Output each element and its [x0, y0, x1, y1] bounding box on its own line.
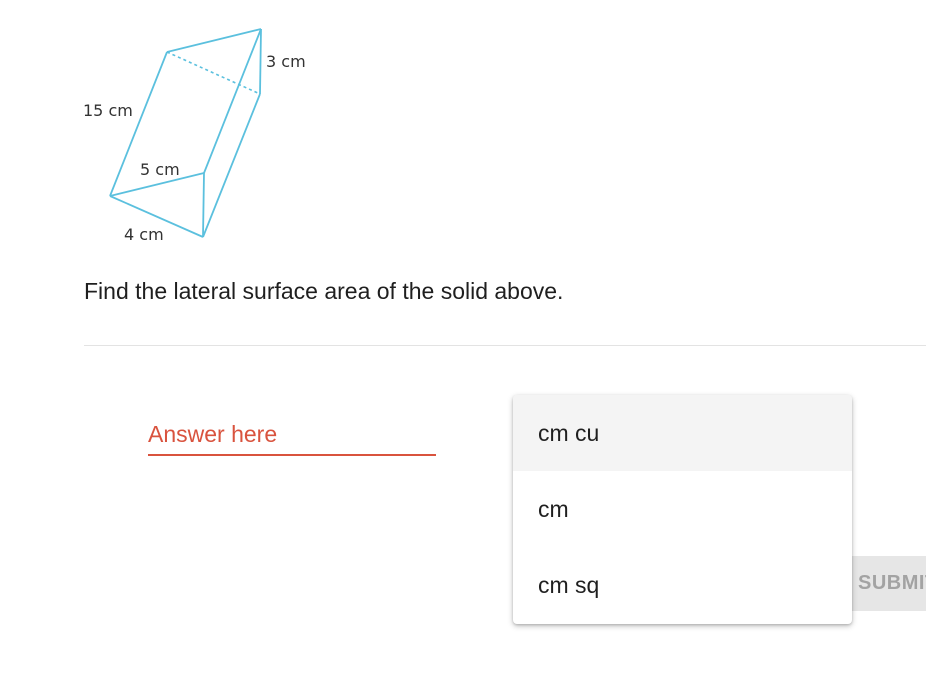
answer-field[interactable] — [148, 414, 436, 458]
prism-edge — [202, 93, 261, 238]
dimension-label-3cm: 3 cm — [266, 52, 306, 71]
submit-button-container: SUBMIT — [852, 556, 926, 611]
divider — [84, 345, 926, 346]
question-text: Find the lateral surface area of the sol… — [84, 278, 564, 304]
dimension-label-4cm: 4 cm — [124, 225, 164, 244]
prism-edge — [202, 172, 205, 238]
page: 3 cm 15 cm 5 cm 4 cm Find the lateral su… — [0, 0, 926, 688]
unit-option-cm[interactable]: cm — [513, 471, 852, 547]
dimension-label-15cm: 15 cm — [83, 101, 133, 120]
prism-edge — [166, 28, 262, 53]
unit-dropdown-menu[interactable]: cm cu cm cm sq — [513, 395, 852, 624]
triangular-prism-figure: 3 cm 15 cm 5 cm 4 cm — [70, 18, 330, 248]
prism-edge — [259, 28, 262, 95]
dimension-label-5cm: 5 cm — [140, 160, 180, 179]
prism-edge — [203, 28, 262, 174]
submit-button[interactable]: SUBMIT — [852, 556, 926, 611]
answer-input[interactable] — [148, 414, 436, 456]
unit-option-cm-sq[interactable]: cm sq — [513, 547, 852, 623]
prism-hidden-edge — [166, 51, 261, 95]
prism-diagram: 3 cm 15 cm 5 cm 4 cm — [83, 28, 306, 244]
unit-option-cm-cu[interactable]: cm cu — [513, 395, 852, 471]
